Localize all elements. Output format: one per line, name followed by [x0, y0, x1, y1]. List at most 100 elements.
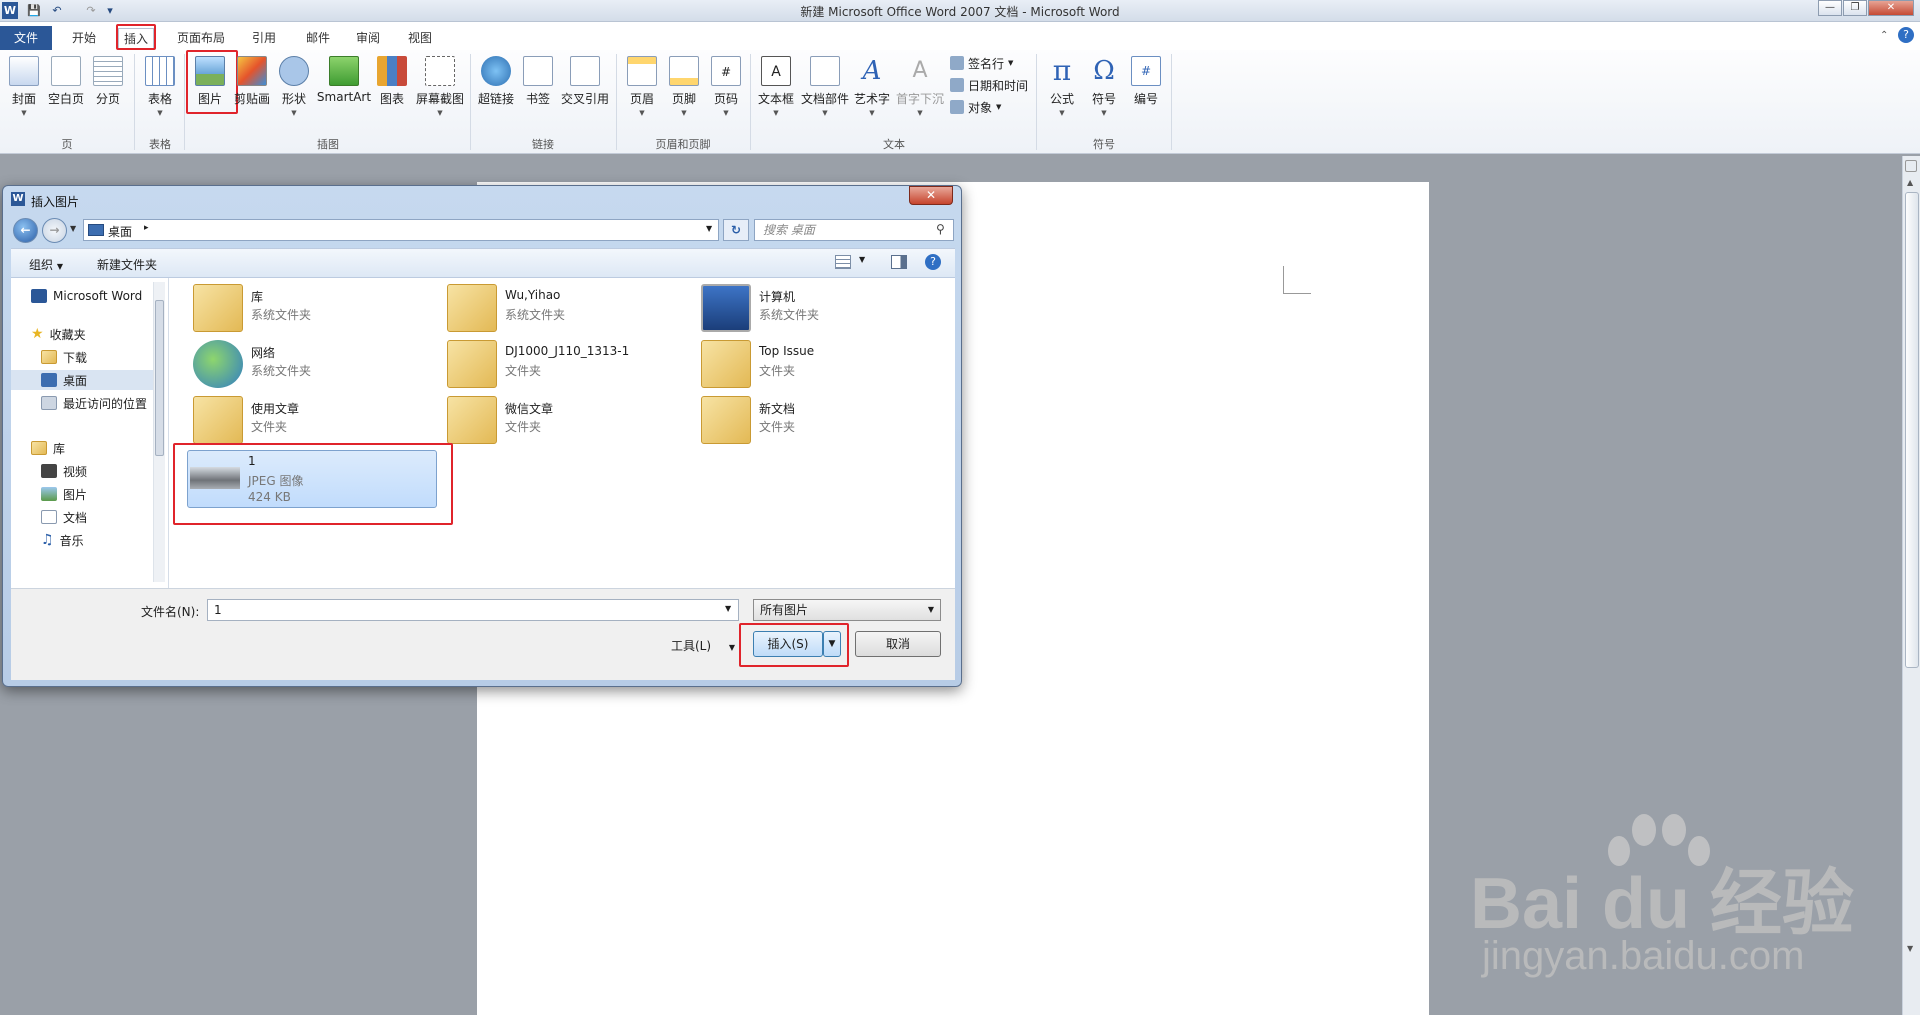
tab-mailings[interactable]: 邮件 [300, 28, 336, 48]
file-type-select[interactable]: 所有图片 ▼ [753, 599, 941, 621]
dialog-close-button[interactable]: ✕ [909, 186, 953, 205]
file-item[interactable]: 网络 系统文件夹 [191, 338, 441, 392]
baidu-watermark: Bai du 经验 jingyan.baidu.com [1470, 810, 1910, 1010]
library-icon [31, 441, 47, 455]
wordart-button[interactable]: A 艺术字 ▼ [850, 56, 894, 117]
address-bar[interactable]: 桌面 ▸ ▼ [83, 219, 719, 241]
page-break-icon [93, 56, 123, 86]
group-text-label: 文本 [883, 138, 905, 151]
bookmark-button[interactable]: 书签 [516, 56, 560, 107]
chevron-down-icon: ▼ [773, 109, 779, 117]
filename-input[interactable]: 1 [207, 599, 739, 621]
address-dropdown-icon[interactable]: ▼ [706, 224, 712, 233]
date-time-button[interactable]: 日期和时间 [950, 76, 1028, 94]
hyperlink-button[interactable]: 超链接 [474, 56, 518, 107]
search-input[interactable]: 搜索 桌面 [754, 219, 954, 241]
shapes-icon [279, 56, 309, 86]
blank-page-button[interactable]: 空白页 [44, 56, 88, 107]
tools-button[interactable]: 工具(L) ▼ [671, 637, 735, 654]
file-item[interactable]: 微信文章 文件夹 [445, 394, 695, 448]
nav-libraries[interactable]: 库 [31, 438, 65, 458]
signature-line-button[interactable]: 签名行 ▼ [950, 54, 1013, 72]
nav-recent-places[interactable]: 最近访问的位置 [41, 393, 147, 413]
smartart-button[interactable]: SmartArt [316, 56, 372, 104]
numbering-button[interactable]: # 编号 [1124, 56, 1168, 107]
cancel-button[interactable]: 取消 [855, 631, 941, 657]
address-path[interactable]: 桌面 [108, 223, 132, 240]
tab-file[interactable]: 文件 [0, 26, 52, 50]
help-icon[interactable]: ? [925, 254, 941, 270]
refresh-icon[interactable]: ↻ [723, 219, 749, 241]
page-number-button[interactable]: # 页码 ▼ [704, 56, 748, 117]
object-button[interactable]: 对象 ▼ [950, 98, 1001, 116]
tab-page-layout[interactable]: 页面布局 [170, 28, 232, 48]
file-item[interactable]: Top Issue 文件夹 [699, 338, 949, 392]
minimize-button[interactable]: — [1818, 0, 1842, 16]
scroll-up-icon[interactable]: ▲ [1907, 178, 1913, 187]
nav-scrollbar[interactable] [153, 282, 165, 582]
chevron-down-icon: ▼ [437, 109, 443, 117]
nav-microsoft-word[interactable]: Microsoft Word [31, 286, 142, 306]
equation-button[interactable]: π 公式 ▼ [1040, 56, 1084, 118]
drop-cap-icon: A [912, 58, 928, 83]
nav-favorites[interactable]: ★ 收藏夹 [31, 324, 86, 344]
file-item[interactable]: Wu,Yihao 系统文件夹 [445, 282, 695, 336]
user-folder-icon [447, 284, 497, 332]
page-break-button[interactable]: 分页 [86, 56, 130, 107]
nav-downloads[interactable]: 下载 [41, 347, 87, 367]
tab-review[interactable]: 审阅 [350, 28, 386, 48]
nav-desktop[interactable]: 桌面 [11, 370, 161, 390]
chevron-down-icon: ▼ [996, 103, 1002, 111]
scroll-thumb[interactable] [1905, 192, 1919, 668]
help-icon[interactable]: ? [1898, 27, 1914, 43]
tab-view[interactable]: 视图 [402, 28, 438, 48]
tab-home[interactable]: 开始 [66, 28, 102, 48]
views-icon[interactable] [835, 255, 851, 269]
nav-music[interactable]: ♫ 音乐 [41, 530, 84, 550]
chart-button[interactable]: 图表 [370, 56, 414, 107]
footer-button[interactable]: 页脚 ▼ [662, 56, 706, 117]
nav-pictures[interactable]: 图片 [41, 484, 87, 504]
organize-button[interactable]: 组织 ▼ [29, 256, 63, 273]
screenshot-button[interactable]: 屏幕截图 ▼ [412, 56, 468, 117]
chevron-down-icon: ▼ [1059, 109, 1065, 117]
drop-cap-button[interactable]: A 首字下沉 ▼ [892, 56, 948, 117]
text-box-button[interactable]: A 文本框 ▼ [754, 56, 798, 117]
symbol-button[interactable]: Ω 符号 ▼ [1082, 56, 1126, 117]
highlight-selected-file [173, 443, 453, 525]
forward-arrow-icon[interactable]: → [42, 218, 67, 243]
table-button[interactable]: 表格 ▼ [138, 56, 182, 117]
quick-parts-button[interactable]: 文档部件 ▼ [798, 56, 852, 117]
clip-art-button[interactable]: 剪贴画 [230, 56, 274, 107]
views-chevron-icon[interactable]: ▼ [859, 255, 865, 264]
tab-references[interactable]: 引用 [246, 28, 282, 48]
nav-scroll-thumb[interactable] [155, 300, 164, 456]
cover-page-button[interactable]: 封面 ▼ [2, 56, 46, 117]
file-item[interactable]: 计算机 系统文件夹 [699, 282, 949, 336]
back-arrow-icon[interactable]: ← [13, 218, 38, 243]
search-icon[interactable]: ⚲ [936, 222, 945, 236]
watermark-url: jingyan.baidu.com [1482, 934, 1805, 978]
cross-reference-icon [570, 56, 600, 86]
ruler-toggle-icon[interactable] [1905, 160, 1917, 172]
new-folder-button[interactable]: 新建文件夹 [97, 256, 157, 273]
nav-documents[interactable]: 文档 [41, 507, 87, 527]
file-item[interactable]: DJ1000_J110_1313-1 文件夹 [445, 338, 695, 392]
path-chevron-icon[interactable]: ▸ [144, 223, 149, 233]
shapes-button[interactable]: 形状 ▼ [272, 56, 316, 117]
highlight-insert-button [739, 623, 849, 667]
file-item[interactable]: 使用文章 文件夹 [191, 394, 441, 448]
recent-pages-chevron-icon[interactable]: ▼ [70, 224, 76, 233]
page-number-icon: # [711, 56, 741, 86]
preview-pane-icon[interactable] [891, 255, 907, 269]
header-button[interactable]: 页眉 ▼ [620, 56, 664, 117]
file-item[interactable]: 新文档 文件夹 [699, 394, 949, 448]
cross-reference-button[interactable]: 交叉引用 [558, 56, 612, 107]
close-button[interactable]: ✕ [1868, 0, 1914, 16]
ribbon-collapse-icon[interactable]: ⌃ [1880, 30, 1888, 41]
filename-dropdown-icon[interactable]: ▼ [725, 604, 731, 613]
group-pages-label: 页 [61, 138, 73, 151]
restore-button[interactable]: ❐ [1843, 0, 1867, 16]
nav-videos[interactable]: 视频 [41, 461, 87, 481]
file-item[interactable]: 库系统文件夹 [191, 282, 441, 336]
